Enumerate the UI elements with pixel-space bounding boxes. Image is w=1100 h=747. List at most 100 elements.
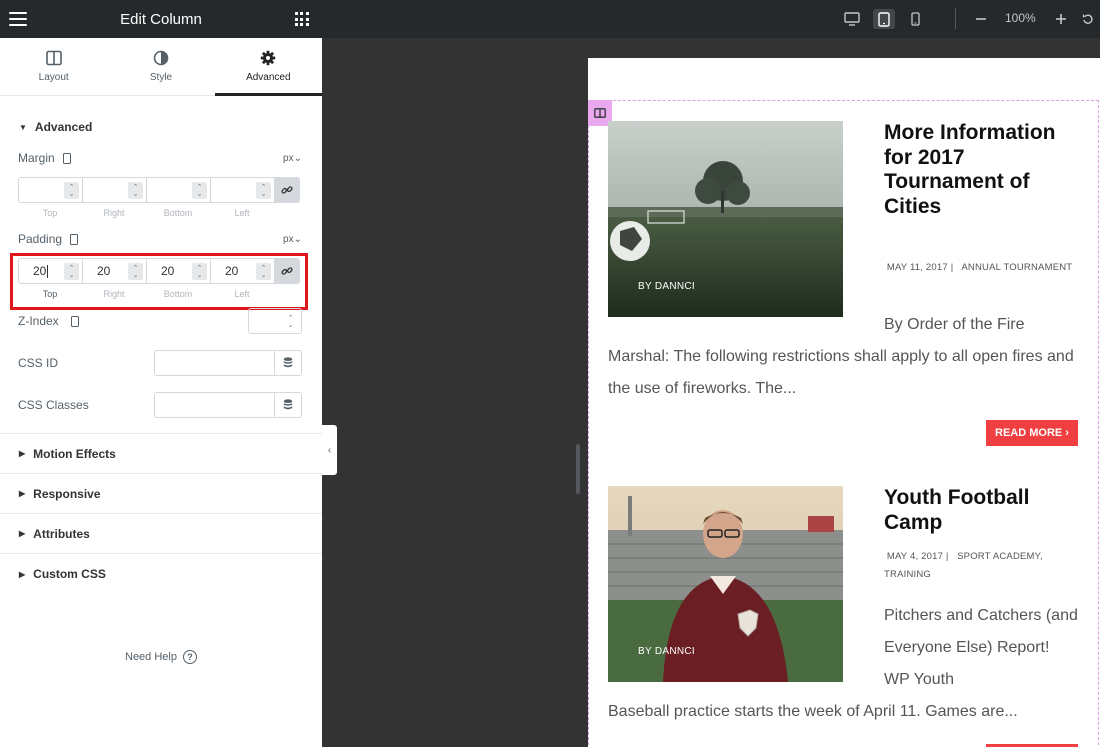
- margin-bottom-input[interactable]: ⌃ ⌄: [146, 177, 210, 203]
- section-responsive-title: Responsive: [33, 486, 101, 501]
- post-title[interactable]: More Information for 2017 Tournament of …: [884, 121, 1074, 219]
- excerpt-first-line: By Order of the Fire: [884, 316, 1025, 333]
- dynamic-tags-button[interactable]: [274, 351, 301, 375]
- top-toolbar: 100%: [322, 0, 1100, 38]
- padding-unit-select[interactable]: px⌄: [283, 234, 302, 245]
- need-help-link[interactable]: Need Help ?: [0, 650, 322, 664]
- zoom-out-button[interactable]: [973, 9, 989, 29]
- post-title[interactable]: Youth Football Camp: [884, 486, 1074, 535]
- css-id-label: CSS ID: [18, 356, 59, 370]
- section-motion-effects-toggle[interactable]: ▶ Motion Effects: [0, 434, 322, 474]
- zoom-in-button[interactable]: [1053, 9, 1069, 29]
- section-responsive-toggle[interactable]: ▶ Responsive: [0, 474, 322, 514]
- zoom-level: 100%: [1005, 11, 1036, 25]
- caret-right-icon: ▶: [19, 569, 26, 579]
- tab-layout[interactable]: Layout: [0, 38, 107, 95]
- stepper-icon[interactable]: ⌃ ⌄: [64, 182, 79, 199]
- editor-panel: Edit Column Layout Style Advanced ▼ Adva…: [0, 0, 323, 747]
- columns-icon: [45, 50, 62, 66]
- columns-icon: [594, 108, 606, 118]
- margin-inputs: ⌃ ⌄ ⌃ ⌄ ⌃ ⌄ ⌃ ⌄: [18, 177, 302, 205]
- tablet-icon: [878, 11, 890, 27]
- tablet-view-button[interactable]: [873, 9, 895, 29]
- side-label-top: Top: [42, 208, 58, 218]
- section-custom-css-toggle[interactable]: ▶ Custom CSS: [0, 554, 322, 594]
- margin-top-input[interactable]: ⌃ ⌄: [18, 177, 82, 203]
- post-date: MAY 4, 2017: [886, 551, 944, 562]
- stepper-icon[interactable]: ⌃ ⌄: [128, 182, 143, 199]
- tab-style[interactable]: Style: [107, 38, 214, 95]
- tab-advanced[interactable]: Advanced: [214, 38, 323, 96]
- read-more-button[interactable]: READ MORE ›: [986, 420, 1078, 446]
- caret-down-icon: ▼: [19, 122, 27, 132]
- section-attributes-title: Attributes: [33, 526, 90, 541]
- stepper-icon[interactable]: ⌃ ⌄: [192, 182, 207, 199]
- half-circle-icon: [153, 50, 169, 66]
- side-label-left: Left: [234, 208, 250, 218]
- divider: [0, 418, 322, 434]
- gear-icon: [261, 50, 276, 66]
- excerpt-first-line: Pitchers and Catchers (and Everyone Else…: [884, 607, 1078, 688]
- css-classes-label: CSS Classes: [18, 398, 89, 412]
- desktop-view-button[interactable]: [843, 9, 861, 29]
- side-label-right: Right: [103, 208, 125, 218]
- minus-icon: [976, 18, 986, 20]
- post-categories[interactable]: ANNUAL TOURNAMENT: [961, 262, 1072, 273]
- section-advanced-title: Advanced: [34, 120, 93, 134]
- collapse-panel-button[interactable]: ‹: [322, 425, 337, 475]
- section-attributes-toggle[interactable]: ▶ Attributes: [0, 514, 322, 554]
- tablet-device-icon[interactable]: [62, 152, 71, 164]
- section-motion-effects-title: Motion Effects: [33, 446, 116, 461]
- margin-unit-select[interactable]: px⌄: [283, 153, 302, 164]
- responsive-resize-handle[interactable]: [576, 444, 580, 494]
- mobile-icon: [910, 12, 920, 26]
- widgets-grid-icon[interactable]: [294, 12, 309, 26]
- link-icon: [281, 186, 293, 194]
- tab-advanced-label: Advanced: [246, 72, 291, 83]
- z-index-label: Z-Index: [18, 314, 59, 328]
- need-help-label: Need Help: [125, 651, 177, 663]
- post-excerpt: Pitchers and Catchers (and Everyone Else…: [608, 600, 1078, 728]
- tablet-device-icon[interactable]: [70, 233, 79, 245]
- post-date: MAY 11, 2017: [886, 262, 948, 273]
- help-icon: ?: [182, 650, 197, 664]
- desktop-icon: [844, 12, 860, 26]
- margin-left-input[interactable]: ⌃ ⌄: [210, 177, 274, 203]
- margin-label: Margin: [18, 151, 55, 165]
- hamburger-menu-icon[interactable]: [9, 12, 27, 26]
- margin-right-input[interactable]: ⌃ ⌄: [82, 177, 146, 203]
- post-author[interactable]: BY DANNCI: [638, 281, 695, 292]
- post-meta: MAY 11, 2017 | ANNUAL TOURNAMENT: [886, 262, 1073, 273]
- mobile-view-button[interactable]: [908, 9, 922, 29]
- margin-side-labels: Top Right Bottom Left: [18, 208, 302, 218]
- padding-label: Padding: [18, 232, 63, 246]
- toolbar-divider: [955, 8, 956, 29]
- dynamic-tags-button[interactable]: [274, 393, 301, 417]
- reset-zoom-button[interactable]: [1081, 9, 1095, 29]
- section-custom-css-title: Custom CSS: [33, 567, 106, 581]
- page-preview: BY DANNCI More Information for 2017 Tour…: [588, 58, 1100, 747]
- z-index-input[interactable]: ⌃ ⌄: [248, 308, 302, 334]
- excerpt-rest: Marshal: The following restrictions shal…: [608, 348, 1074, 397]
- database-icon: [283, 357, 293, 368]
- css-id-input[interactable]: [154, 350, 302, 376]
- panel-header: Edit Column: [0, 0, 322, 38]
- post-thumbnail[interactable]: BY DANNCI: [608, 121, 843, 317]
- padding-highlight-box: [10, 253, 308, 310]
- caret-right-icon: ▶: [19, 449, 26, 458]
- side-label-bottom: Bottom: [163, 208, 193, 218]
- z-index-row: Z-Index ⌃ ⌄: [0, 308, 322, 334]
- tab-layout-label: Layout: [38, 72, 69, 83]
- section-advanced-toggle[interactable]: ▼ Advanced: [0, 110, 322, 144]
- excerpt-rest: Baseball practice starts the week of Apr…: [608, 703, 1018, 720]
- stepper-icon[interactable]: ⌃ ⌄: [283, 313, 298, 330]
- post-card: BY DANNCI More Information for 2017 Tour…: [608, 121, 1078, 451]
- tablet-device-icon[interactable]: [70, 315, 79, 327]
- stepper-icon[interactable]: ⌃ ⌄: [256, 182, 271, 199]
- css-classes-input[interactable]: [154, 392, 302, 418]
- link-values-button[interactable]: [274, 177, 300, 203]
- chevron-left-icon: ‹: [327, 444, 332, 456]
- panel-title: Edit Column: [120, 10, 202, 28]
- panel-tabs: Layout Style Advanced: [0, 38, 323, 96]
- undo-icon: [1082, 14, 1093, 24]
